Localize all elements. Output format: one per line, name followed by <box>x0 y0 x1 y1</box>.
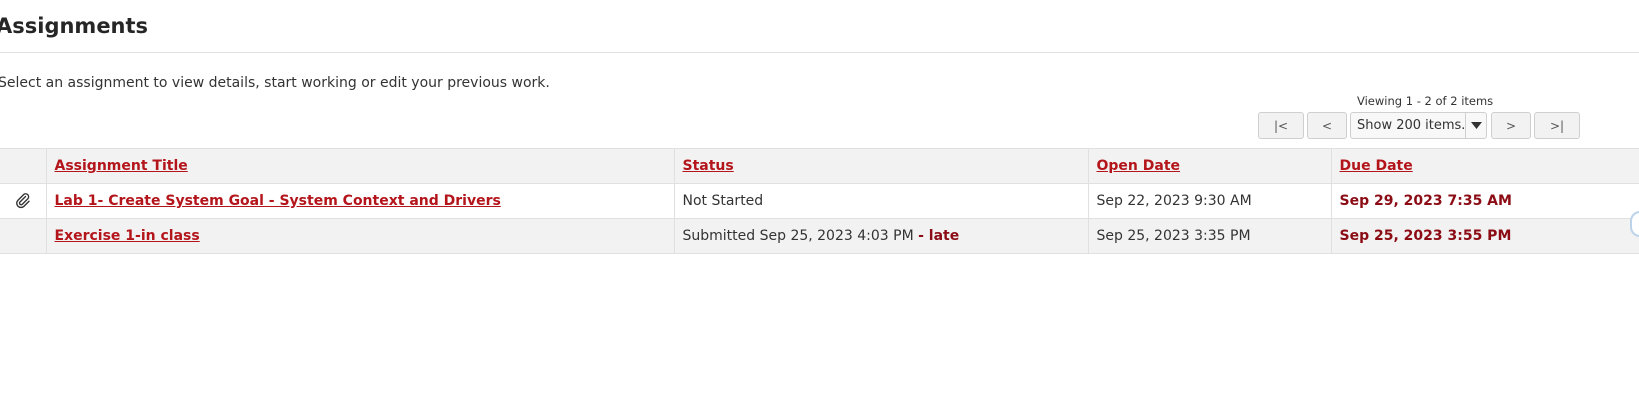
assignment-title-cell: Lab 1- Create System Goal - System Conte… <box>45 183 675 219</box>
open-date-cell: Sep 25, 2023 3:35 PM <box>1087 218 1332 254</box>
table-row: Lab 1- Create System Goal - System Conte… <box>0 183 1639 219</box>
next-page-button[interactable]: > <box>1491 112 1531 139</box>
sort-by-title-link[interactable]: Assignment Title <box>55 158 188 174</box>
page-size-selected-value: Show 200 items... <box>1357 118 1465 133</box>
status-cell: Not Started <box>673 183 1089 219</box>
pager-viewing-count: Viewing 1 - 2 of 2 items <box>1357 94 1494 108</box>
sort-by-open-date-link[interactable]: Open Date <box>1097 158 1181 174</box>
attachment-cell <box>0 218 47 254</box>
paperclip-icon <box>15 193 30 209</box>
attachment-cell <box>0 183 47 219</box>
due-date-cell: Sep 25, 2023 3:55 PM <box>1330 218 1639 254</box>
status-text: Not Started <box>682 193 764 209</box>
title-divider <box>0 52 1639 53</box>
assignments-page: Assignments Select an assignment to view… <box>0 0 1639 420</box>
status-text: Submitted Sep 25, 2023 4:03 PM <box>682 228 914 244</box>
chevron-down-icon <box>1465 113 1486 138</box>
side-panel-toggle[interactable] <box>1630 211 1639 237</box>
late-indicator: - late <box>918 228 960 244</box>
assignment-title-cell: Exercise 1-in class <box>45 218 675 254</box>
sort-by-due-date-link[interactable]: Due Date <box>1340 158 1413 174</box>
status-column-header[interactable]: Status <box>673 148 1089 184</box>
title-column-header[interactable]: Assignment Title <box>45 148 675 184</box>
table-row: Exercise 1-in class Submitted Sep 25, 20… <box>0 218 1639 254</box>
last-page-button[interactable]: >| <box>1534 112 1580 139</box>
instructions-text: Select an assignment to view details, st… <box>0 75 550 91</box>
open-date-cell: Sep 22, 2023 9:30 AM <box>1087 183 1332 219</box>
sort-by-status-link[interactable]: Status <box>683 158 734 174</box>
assignment-title-link[interactable]: Lab 1- Create System Goal - System Conte… <box>55 193 501 209</box>
page-title: Assignments <box>0 14 149 38</box>
first-page-button[interactable]: |< <box>1258 112 1304 139</box>
assignment-title-link[interactable]: Exercise 1-in class <box>55 228 200 244</box>
assignments-table: Assignment Title Status Open Date Due Da… <box>0 148 1639 254</box>
due-date-column-header[interactable]: Due Date <box>1330 148 1639 184</box>
due-date-cell: Sep 29, 2023 7:35 AM <box>1330 183 1639 219</box>
page-size-select[interactable]: Show 200 items... <box>1350 112 1487 139</box>
status-cell: Submitted Sep 25, 2023 4:03 PM - late <box>673 218 1089 254</box>
open-date-column-header[interactable]: Open Date <box>1087 148 1332 184</box>
previous-page-button[interactable]: < <box>1307 112 1347 139</box>
assignments-table-container: Assignment Title Status Open Date Due Da… <box>0 148 1639 254</box>
attachment-column-header <box>0 148 47 184</box>
table-header-row: Assignment Title Status Open Date Due Da… <box>0 148 1639 184</box>
